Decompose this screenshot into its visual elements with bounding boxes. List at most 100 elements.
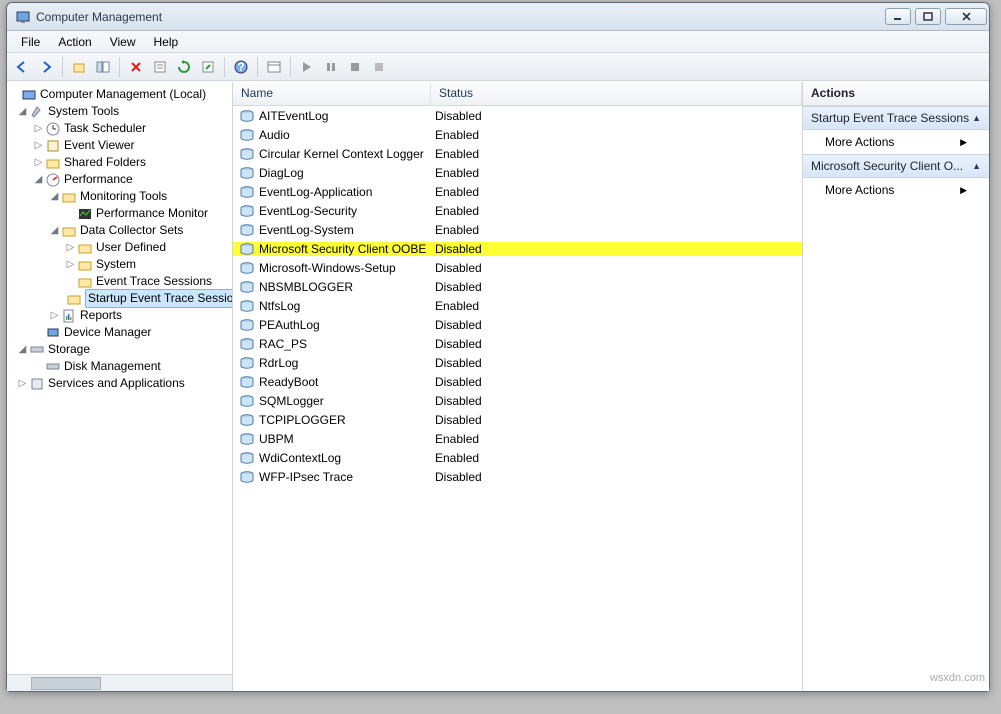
trace-session-icon bbox=[239, 166, 255, 180]
tree-event-viewer[interactable]: ▷Event Viewer bbox=[7, 137, 232, 154]
list-item[interactable]: SQMLoggerDisabled bbox=[233, 391, 802, 410]
list-item[interactable]: WFP-IPsec TraceDisabled bbox=[233, 467, 802, 486]
tree-startup-event-trace-sessions[interactable]: Startup Event Trace Sessions bbox=[7, 290, 232, 307]
show-hide-tree-icon[interactable] bbox=[92, 56, 114, 78]
actions-section-item[interactable]: Microsoft Security Client O...▲ bbox=[803, 154, 989, 178]
collapse-icon[interactable]: ▲ bbox=[972, 161, 981, 171]
item-status: Disabled bbox=[431, 337, 802, 351]
tree-system[interactable]: ▷System bbox=[7, 256, 232, 273]
play-icon[interactable] bbox=[296, 56, 318, 78]
tree-reports[interactable]: ▷Reports bbox=[7, 307, 232, 324]
list-item[interactable]: EventLog-SecurityEnabled bbox=[233, 201, 802, 220]
list-item[interactable]: AITEventLogDisabled bbox=[233, 106, 802, 125]
item-status: Disabled bbox=[431, 394, 802, 408]
item-name: RAC_PS bbox=[259, 337, 307, 351]
list-item[interactable]: NBSMBLOGGERDisabled bbox=[233, 277, 802, 296]
list-item[interactable]: WdiContextLogEnabled bbox=[233, 448, 802, 467]
tree-user-defined[interactable]: ▷User Defined bbox=[7, 239, 232, 256]
tree[interactable]: Computer Management (Local) ◢System Tool… bbox=[7, 82, 232, 674]
tree-event-trace-sessions[interactable]: Event Trace Sessions bbox=[7, 273, 232, 290]
minimize-button[interactable] bbox=[885, 8, 911, 25]
trace-session-icon bbox=[239, 451, 255, 465]
list-item[interactable]: DiagLogEnabled bbox=[233, 163, 802, 182]
back-button[interactable] bbox=[11, 56, 33, 78]
trace-session-icon bbox=[239, 394, 255, 408]
trace-session-icon bbox=[239, 261, 255, 275]
trace-session-icon bbox=[239, 470, 255, 484]
item-status: Disabled bbox=[431, 261, 802, 275]
view-mode-icon[interactable] bbox=[263, 56, 285, 78]
list-item[interactable]: RAC_PS Disabled bbox=[233, 334, 802, 353]
more-actions-2[interactable]: More Actions▶ bbox=[803, 178, 989, 202]
item-status: Disabled bbox=[431, 356, 802, 370]
tree-performance[interactable]: ◢Performance bbox=[7, 171, 232, 188]
tree-data-collector-sets[interactable]: ◢Data Collector Sets bbox=[7, 222, 232, 239]
tree-performance-monitor[interactable]: Performance Monitor bbox=[7, 205, 232, 222]
item-status: Enabled bbox=[431, 451, 802, 465]
menu-help[interactable]: Help bbox=[146, 33, 187, 51]
titlebar[interactable]: Computer Management bbox=[7, 3, 989, 31]
app-icon bbox=[15, 9, 31, 25]
item-status: Disabled bbox=[431, 470, 802, 484]
list-item[interactable]: AudioEnabled bbox=[233, 125, 802, 144]
list-item[interactable]: UBPMEnabled bbox=[233, 429, 802, 448]
menubar: File Action View Help bbox=[7, 31, 989, 53]
client-area: Computer Management (Local) ◢System Tool… bbox=[7, 81, 989, 691]
tree-disk-management[interactable]: Disk Management bbox=[7, 358, 232, 375]
list-item[interactable]: RdrLogDisabled bbox=[233, 353, 802, 372]
list[interactable]: AITEventLogDisabledAudioEnabledCircular … bbox=[233, 106, 802, 691]
tree-services-applications[interactable]: ▷Services and Applications bbox=[7, 375, 232, 392]
item-status: Enabled bbox=[431, 204, 802, 218]
tree-system-tools[interactable]: ◢System Tools bbox=[7, 103, 232, 120]
list-item[interactable]: PEAuthLogDisabled bbox=[233, 315, 802, 334]
list-item[interactable]: Microsoft Security Client OOBE Disabled bbox=[233, 239, 802, 258]
tree-root[interactable]: Computer Management (Local) bbox=[7, 86, 232, 103]
col-status[interactable]: Status bbox=[431, 82, 802, 105]
refresh-icon[interactable] bbox=[173, 56, 195, 78]
menu-file[interactable]: File bbox=[13, 33, 48, 51]
tree-storage[interactable]: ◢Storage bbox=[7, 341, 232, 358]
window-title: Computer Management bbox=[36, 10, 885, 24]
actions-section-startup[interactable]: Startup Event Trace Sessions▲ bbox=[803, 106, 989, 130]
list-item[interactable]: Microsoft-Windows-SetupDisabled bbox=[233, 258, 802, 277]
export-icon[interactable] bbox=[197, 56, 219, 78]
list-item[interactable]: EventLog-ApplicationEnabled bbox=[233, 182, 802, 201]
forward-button[interactable] bbox=[35, 56, 57, 78]
collapse-icon[interactable]: ▲ bbox=[972, 113, 981, 123]
menu-action[interactable]: Action bbox=[50, 33, 99, 51]
record-icon[interactable] bbox=[368, 56, 390, 78]
help-icon[interactable]: ? bbox=[230, 56, 252, 78]
item-status: Disabled bbox=[431, 318, 802, 332]
close-button[interactable] bbox=[945, 8, 987, 25]
list-pane: Name Status AITEventLogDisabledAudioEnab… bbox=[233, 82, 803, 691]
trace-session-icon bbox=[239, 375, 255, 389]
pause-icon[interactable] bbox=[320, 56, 342, 78]
delete-icon[interactable] bbox=[125, 56, 147, 78]
stop-icon[interactable] bbox=[344, 56, 366, 78]
up-level-icon[interactable] bbox=[68, 56, 90, 78]
actions-title: Actions bbox=[803, 82, 989, 106]
item-status: Disabled bbox=[431, 109, 802, 123]
tree-shared-folders[interactable]: ▷Shared Folders bbox=[7, 154, 232, 171]
tree-scrollbar[interactable] bbox=[7, 674, 232, 691]
trace-session-icon bbox=[239, 299, 255, 313]
tree-task-scheduler[interactable]: ▷Task Scheduler bbox=[7, 120, 232, 137]
item-status: Disabled bbox=[431, 242, 802, 256]
list-item[interactable]: EventLog-SystemEnabled bbox=[233, 220, 802, 239]
tree-device-manager[interactable]: Device Manager bbox=[7, 324, 232, 341]
menu-view[interactable]: View bbox=[102, 33, 144, 51]
maximize-button[interactable] bbox=[915, 8, 941, 25]
item-name: NtfsLog bbox=[259, 299, 300, 313]
list-item[interactable]: ReadyBootDisabled bbox=[233, 372, 802, 391]
column-header[interactable]: Name Status bbox=[233, 82, 802, 106]
tree-monitoring-tools[interactable]: ◢Monitoring Tools bbox=[7, 188, 232, 205]
list-item[interactable]: TCPIPLOGGERDisabled bbox=[233, 410, 802, 429]
item-name: Microsoft Security Client OOBE bbox=[259, 242, 426, 256]
tree-pane: Computer Management (Local) ◢System Tool… bbox=[7, 82, 233, 691]
more-actions-1[interactable]: More Actions▶ bbox=[803, 130, 989, 154]
list-item[interactable]: Circular Kernel Context LoggerEnabled bbox=[233, 144, 802, 163]
item-name: EventLog-Application bbox=[259, 185, 372, 199]
col-name[interactable]: Name bbox=[233, 82, 431, 105]
list-item[interactable]: NtfsLogEnabled bbox=[233, 296, 802, 315]
properties-icon[interactable] bbox=[149, 56, 171, 78]
